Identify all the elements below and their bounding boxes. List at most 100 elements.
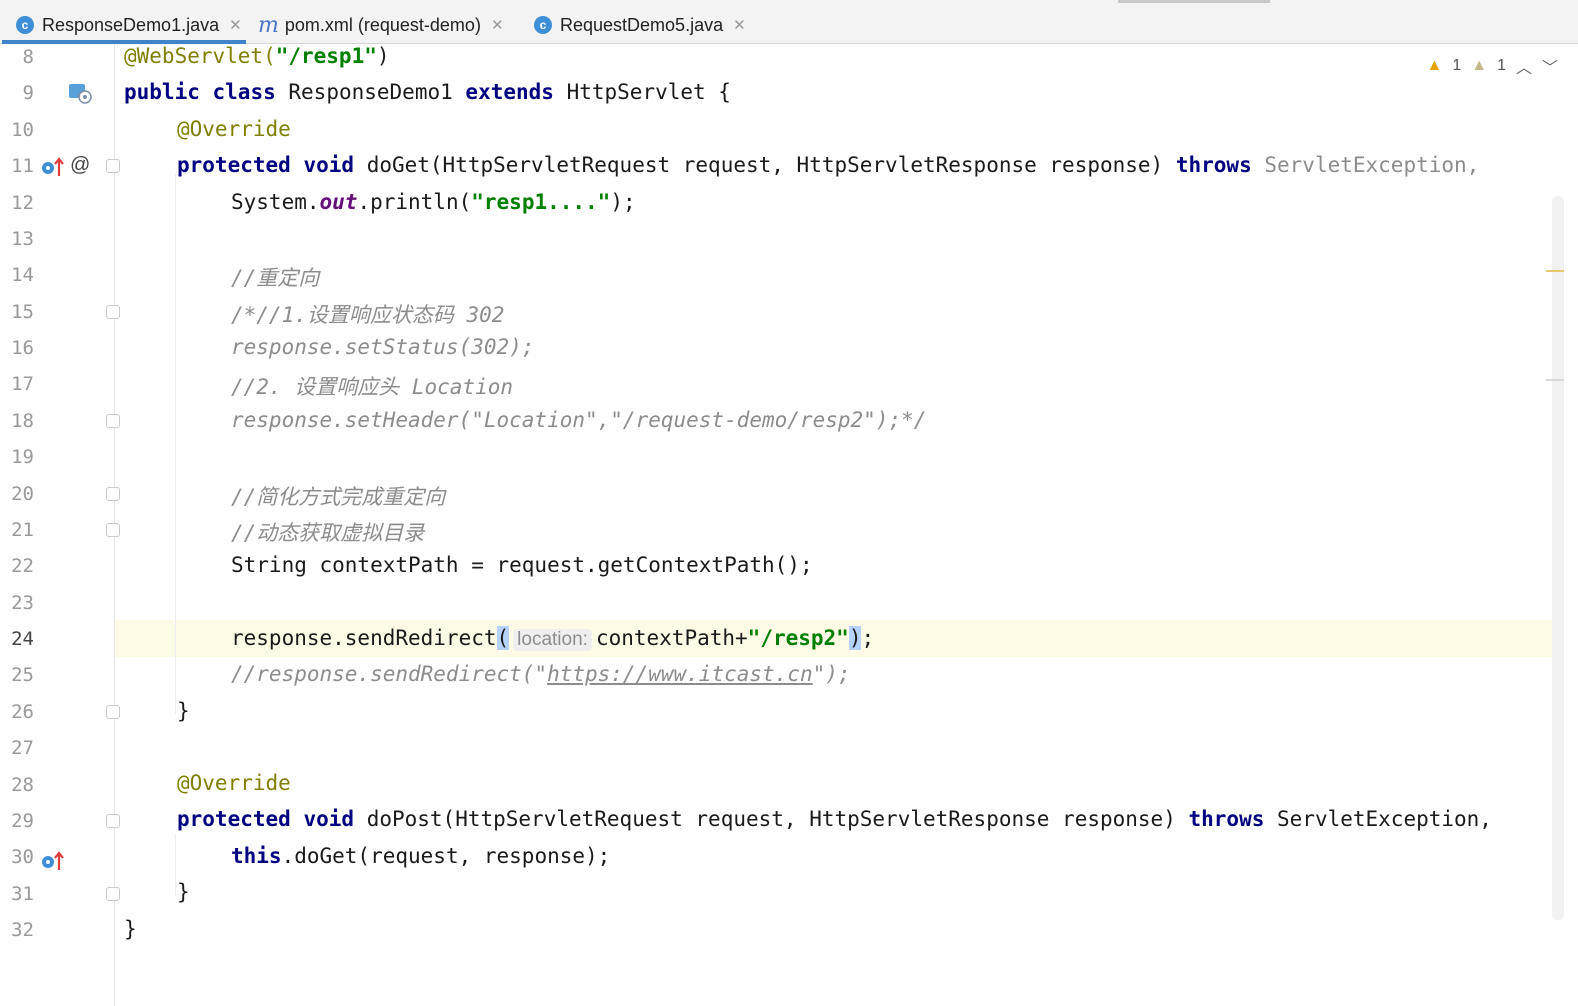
code-token: HttpServlet { bbox=[566, 80, 731, 104]
warning-stripe-marker[interactable] bbox=[1546, 270, 1564, 272]
method-signature: doPost(HttpServletRequest request, HttpS… bbox=[366, 807, 1176, 831]
line-number: 32 bbox=[11, 919, 34, 941]
code-line-9: public class ResponseDemo1 extends HttpS… bbox=[124, 80, 731, 104]
vertical-scrollbar[interactable] bbox=[1552, 196, 1564, 920]
close-icon[interactable]: ✕ bbox=[733, 16, 746, 34]
comment-url-link[interactable]: https://www.itcast.cn bbox=[547, 662, 813, 686]
exception-type: ServletException, bbox=[1277, 807, 1492, 831]
code-line-30: this.doGet(request, response); bbox=[231, 844, 610, 868]
line-number: 25 bbox=[11, 664, 34, 686]
string-literal: "/resp2" bbox=[747, 626, 849, 650]
keyword: this bbox=[231, 844, 282, 868]
code-token: .println( bbox=[357, 190, 472, 214]
editor-gutter: 8 9 10 11 12 13 14 15 16 17 18 19 20 21 … bbox=[0, 44, 120, 1006]
code-line-14-comment: //重定向 bbox=[231, 266, 320, 290]
code-line-8: @WebServlet("/resp1") bbox=[124, 44, 390, 68]
line-number: 16 bbox=[11, 337, 34, 359]
class-name: ResponseDemo1 bbox=[288, 80, 453, 104]
code-token: //response.sendRedirect(" bbox=[231, 662, 548, 686]
chevron-down-icon[interactable]: ﹀ bbox=[1542, 54, 1558, 78]
code-line-25-comment: //response.sendRedirect("https://www.itc… bbox=[231, 662, 851, 686]
weak-warning-count: 1 bbox=[1497, 57, 1506, 74]
weak-warning-icon: ▲ bbox=[1471, 57, 1488, 74]
java-class-icon: c bbox=[534, 16, 552, 34]
indent-guide bbox=[175, 834, 176, 896]
code-token: .doGet(request, response); bbox=[281, 844, 611, 868]
close-icon[interactable]: ✕ bbox=[491, 16, 504, 34]
matched-brace: ( bbox=[496, 626, 510, 650]
line-number: 28 bbox=[11, 774, 34, 796]
tab-pom-xml[interactable]: m pom.xml (request-demo) ✕ bbox=[258, 8, 504, 42]
keyword: void bbox=[303, 153, 355, 177]
line-number: 26 bbox=[11, 701, 34, 723]
top-scroll-indicator bbox=[1118, 0, 1270, 3]
maven-icon: m bbox=[258, 12, 279, 38]
line-number: 30 bbox=[11, 846, 34, 868]
line-number: 21 bbox=[11, 519, 34, 541]
string-literal: "/resp1" bbox=[275, 44, 377, 68]
code-token: ; bbox=[861, 626, 875, 650]
code-token: response.sendRedirect bbox=[231, 626, 497, 650]
code-line-12: System.out.println("resp1...."); bbox=[231, 190, 636, 214]
code-line-11: protected void doGet(HttpServletRequest … bbox=[177, 153, 1479, 177]
java-class-icon: c bbox=[16, 16, 34, 34]
override-method-icon[interactable] bbox=[40, 850, 66, 872]
chevron-up-icon[interactable]: ︿ bbox=[1516, 54, 1532, 78]
line-number: 27 bbox=[11, 737, 34, 759]
at-mapping-icon[interactable]: @ bbox=[70, 154, 90, 177]
warning-count: 1 bbox=[1452, 57, 1462, 74]
code-line-28: @Override bbox=[177, 771, 291, 795]
code-token: ) bbox=[376, 44, 390, 68]
annotation: @Override bbox=[177, 771, 291, 795]
keyword: public bbox=[124, 80, 200, 104]
exception-type: ServletException, bbox=[1264, 153, 1480, 177]
inspection-widget[interactable]: ▲ 1 ▲ 1 ︿ ﹀ bbox=[1426, 54, 1558, 78]
line-number: 18 bbox=[11, 410, 34, 432]
keyword: protected bbox=[177, 807, 291, 831]
code-line-15-comment: /*//1.设置响应状态码 302 bbox=[231, 303, 505, 327]
code-line-18-comment: response.setHeader("Location","/request-… bbox=[231, 408, 927, 432]
keyword: extends bbox=[465, 80, 554, 104]
annotation: @Override bbox=[177, 117, 291, 141]
code-line-20-comment: //简化方式完成重定向 bbox=[231, 485, 446, 509]
line-number: 23 bbox=[11, 592, 34, 614]
code-line-24: response.sendRedirect(location: contextPa… bbox=[231, 626, 874, 651]
warning-icon: ▲ bbox=[1426, 57, 1443, 74]
code-line-22: String contextPath = request.getContextP… bbox=[231, 553, 813, 577]
code-line-21-comment: //动态获取虚拟目录 bbox=[231, 521, 425, 545]
line-number: 20 bbox=[11, 483, 34, 505]
code-token: contextPath+ bbox=[595, 626, 748, 650]
servlet-icon[interactable] bbox=[68, 82, 92, 104]
keyword: throws bbox=[1175, 153, 1252, 177]
line-number: 8 bbox=[22, 46, 34, 68]
code-line-32: } bbox=[124, 917, 137, 941]
line-number: 9 bbox=[22, 82, 34, 104]
tab-label: ResponseDemo1.java bbox=[42, 14, 220, 35]
line-number: 19 bbox=[11, 446, 34, 468]
code-line-31: } bbox=[177, 880, 190, 904]
line-number: 13 bbox=[11, 228, 34, 250]
parameter-hint: location: bbox=[513, 629, 592, 651]
close-icon[interactable]: ✕ bbox=[229, 16, 242, 34]
tab-label: RequestDemo5.java bbox=[560, 14, 724, 35]
code-line-16-comment: response.setStatus(302); bbox=[231, 335, 535, 359]
code-line-26: } bbox=[177, 699, 190, 723]
keyword: protected bbox=[177, 153, 291, 177]
keyword: class bbox=[212, 80, 276, 104]
tab-responsedemo1[interactable]: c ResponseDemo1.java ✕ bbox=[2, 8, 246, 44]
line-number: 14 bbox=[11, 264, 34, 286]
indent-guide bbox=[175, 174, 176, 714]
line-number: 24 bbox=[11, 628, 34, 650]
code-line-29: protected void doPost(HttpServletRequest… bbox=[177, 807, 1492, 831]
override-method-icon[interactable] bbox=[40, 156, 66, 178]
tab-label: pom.xml (request-demo) bbox=[284, 14, 481, 35]
tab-requestdemo5[interactable]: c RequestDemo5.java ✕ bbox=[534, 8, 746, 42]
editor-tab-bar: c ResponseDemo1.java ✕ m pom.xml (reques… bbox=[0, 0, 1578, 44]
keyword: void bbox=[303, 807, 355, 831]
matched-brace: ) bbox=[848, 626, 862, 650]
annotation: @WebServlet( bbox=[124, 44, 276, 68]
code-editor[interactable]: @WebServlet("/resp1") public class Respo… bbox=[115, 44, 1578, 1006]
line-number: 29 bbox=[11, 810, 34, 832]
warning-stripe-marker[interactable] bbox=[1546, 379, 1564, 381]
line-number: 15 bbox=[11, 301, 34, 323]
